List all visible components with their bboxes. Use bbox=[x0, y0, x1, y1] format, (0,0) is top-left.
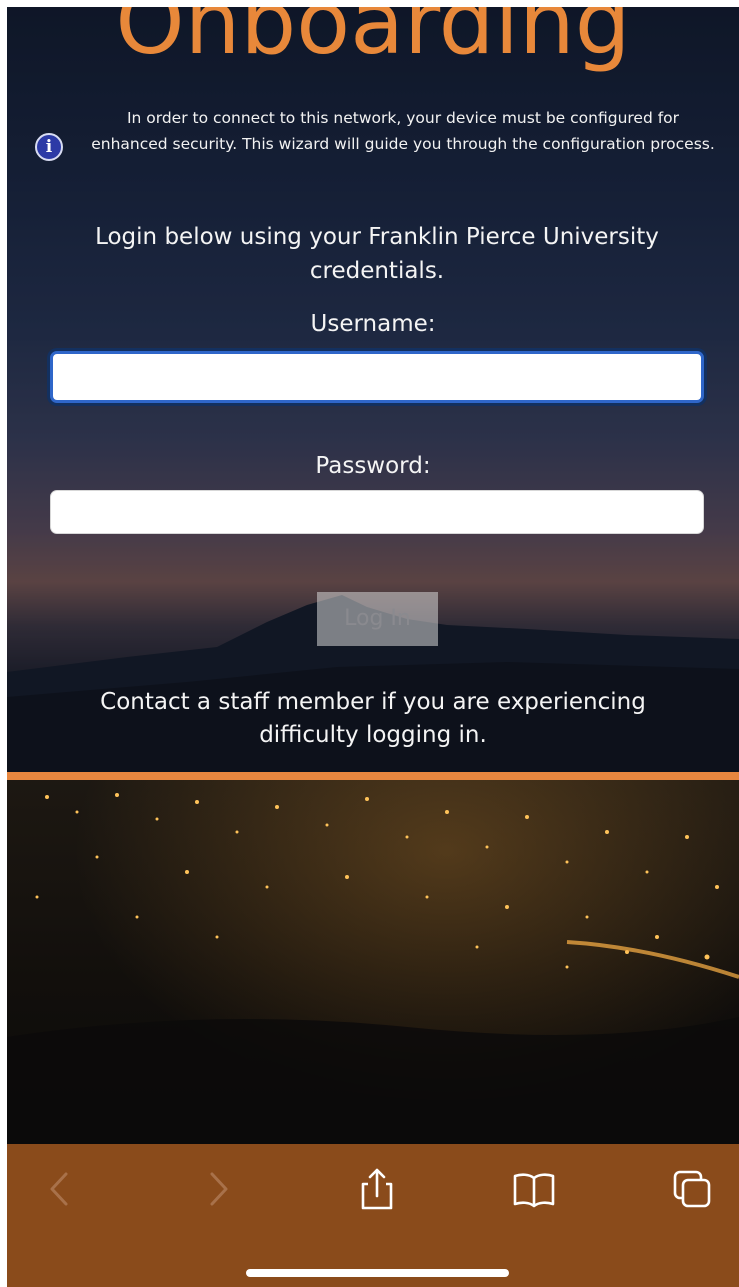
password-label: Password: bbox=[315, 453, 431, 479]
login-prompt: Login below using your Franklin Pierce U… bbox=[95, 224, 659, 284]
home-indicator bbox=[246, 1269, 509, 1277]
password-input[interactable] bbox=[50, 490, 704, 534]
back-icon[interactable] bbox=[35, 1164, 85, 1214]
onboarding-screen: Onboarding i In order to connect to this… bbox=[7, 7, 739, 1287]
info-text: In order to connect to this network, you… bbox=[91, 109, 715, 153]
tabs-icon[interactable] bbox=[667, 1164, 717, 1214]
username-input[interactable] bbox=[50, 351, 704, 403]
bookmarks-icon[interactable] bbox=[509, 1164, 559, 1214]
info-icon: i bbox=[35, 133, 63, 161]
forward-icon[interactable] bbox=[193, 1164, 243, 1214]
browser-toolbar bbox=[7, 1144, 739, 1287]
accent-divider bbox=[7, 772, 739, 780]
login-button[interactable]: Log In bbox=[317, 592, 438, 646]
city-lights bbox=[7, 777, 739, 1147]
share-icon[interactable] bbox=[352, 1164, 402, 1214]
username-label: Username: bbox=[310, 311, 436, 337]
help-text: Contact a staff member if you are experi… bbox=[100, 689, 646, 748]
page-title: Onboarding bbox=[115, 7, 631, 74]
info-banner: i In order to connect to this network, y… bbox=[7, 105, 739, 195]
